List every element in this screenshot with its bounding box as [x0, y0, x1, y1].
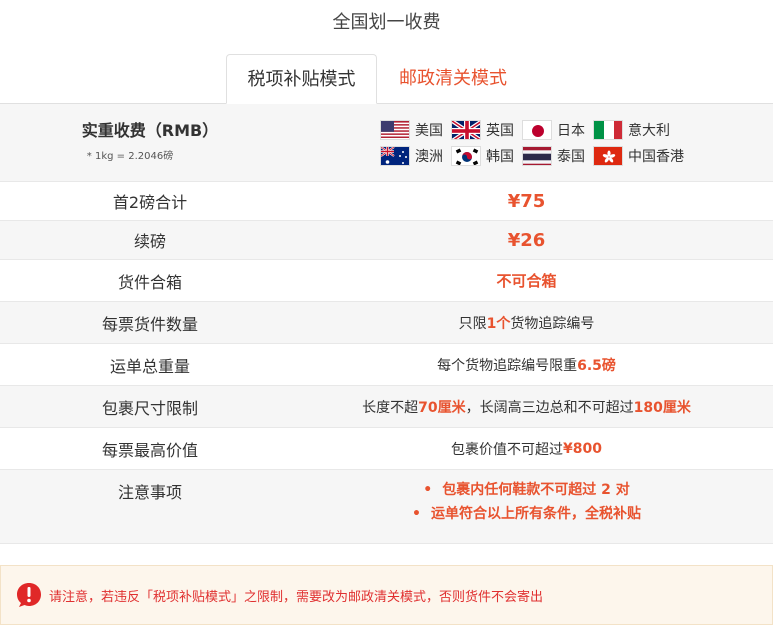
exclamation-icon	[15, 581, 43, 609]
row-label: 每票最高价值	[101, 440, 198, 460]
country-name: 日本	[557, 122, 585, 139]
value-text: 只限	[458, 315, 487, 332]
country-name: 中国香港	[628, 148, 684, 165]
country-line-1: 美国 英国 日本 意大利	[380, 119, 670, 140]
country-italy: 意大利	[593, 119, 670, 140]
value-text: ，长阔高三边总和不可超过	[465, 399, 634, 416]
notes-list: • 包裹内任何鞋款不可超过 2 对 • 运单符合以上所有条件，全税补贴	[300, 470, 773, 526]
value-highlight: 70厘米	[418, 399, 466, 416]
country-name: 泰国	[557, 148, 585, 165]
thailand-flag-icon	[522, 145, 552, 166]
row-label: 货件合箱	[117, 272, 182, 292]
australia-flag-icon	[380, 145, 410, 166]
country-us: 美国	[380, 119, 443, 140]
table-row-first-2lb: 首2磅合计 ¥75	[0, 182, 773, 221]
country-list: 美国 英国 日本 意大利 澳洲 韩国 泰国 中国香港	[300, 104, 773, 181]
value-text: 包裹价值不可超过	[451, 441, 564, 458]
warning-text: 请注意，若违反「税项补贴模式」之限制，需要改为邮政清关模式，否则货件不会寄出	[49, 589, 544, 605]
table-row-consolidation: 货件合箱 不可合箱	[0, 260, 773, 302]
row-label: 每票货件数量	[101, 314, 198, 334]
value-text: 每个货物追踪编号限重	[437, 357, 578, 374]
note-text: 运单符合以上所有条件，全税补贴	[430, 506, 641, 522]
country-name: 澳洲	[415, 148, 443, 165]
row-value: 长度不超 70厘米 ，长阔高三边总和不可超过 180厘米	[300, 386, 773, 427]
hongkong-flag-icon	[593, 145, 623, 166]
value-highlight: 180厘米	[633, 399, 691, 416]
japan-flag-icon	[522, 119, 552, 140]
pricing-table: 实重收费（RMB） * 1kg = 2.2046磅 美国 英国 日本 意大利 澳…	[0, 103, 773, 544]
country-korea: 韩国	[451, 145, 514, 166]
table-row-size-limit: 包裹尺寸限制 长度不超 70厘米 ，长阔高三边总和不可超过 180厘米	[0, 386, 773, 428]
us-flag-icon	[380, 119, 410, 140]
country-name: 韩国	[486, 148, 514, 165]
row-value: 包裹价值不可超过 ¥800	[300, 428, 773, 469]
country-name: 意大利	[628, 122, 670, 139]
value-highlight: ¥800	[563, 440, 602, 457]
header-label: 实重收费（RMB）	[81, 121, 219, 140]
conversion-note: * 1kg = 2.2046磅	[86, 151, 174, 162]
row-label: 注意事项	[117, 483, 182, 502]
table-row-item-count: 每票货件数量 只限 1个 货物追踪编号	[0, 302, 773, 344]
page-title: 全国划一收费	[332, 12, 441, 33]
country-uk: 英国	[451, 119, 514, 140]
row-label: 续磅	[133, 232, 166, 251]
bullet-icon: •	[412, 506, 421, 522]
header-label-cell: 实重收费（RMB） * 1kg = 2.2046磅	[0, 104, 300, 181]
mode-tabs: 税项补贴模式 邮政清关模式	[226, 54, 521, 104]
row-value: ¥26	[507, 229, 546, 251]
note-item: • 包裹内任何鞋款不可超过 2 对	[423, 478, 629, 502]
bullet-icon: •	[423, 482, 433, 498]
tab-postal-clearance[interactable]: 邮政清关模式	[385, 54, 521, 104]
tab-tax-subsidy[interactable]: 税项补贴模式	[226, 54, 377, 104]
country-line-2: 澳洲 韩国 泰国 中国香港	[380, 145, 684, 166]
country-japan: 日本	[522, 119, 585, 140]
value-highlight: 1个	[486, 315, 511, 332]
country-australia: 澳洲	[380, 145, 443, 166]
table-header-row: 实重收费（RMB） * 1kg = 2.2046磅 美国 英国 日本 意大利 澳…	[0, 104, 773, 182]
note-item: • 运单符合以上所有条件，全税补贴	[412, 502, 641, 526]
row-value: 不可合箱	[496, 272, 557, 290]
row-value: 只限 1个 货物追踪编号	[300, 302, 773, 343]
country-name: 美国	[415, 122, 443, 139]
value-highlight: 6.5磅	[577, 357, 616, 374]
country-hongkong: 中国香港	[593, 145, 684, 166]
value-text: 货物追踪编号	[510, 315, 595, 332]
value-text: 长度不超	[362, 399, 419, 416]
row-value: ¥75	[507, 190, 546, 212]
note-text: 包裹内任何鞋款不可超过 2 对	[442, 482, 630, 498]
table-row-additional-lb: 续磅 ¥26	[0, 221, 773, 260]
country-name: 英国	[486, 122, 514, 139]
italy-flag-icon	[593, 119, 623, 140]
row-label: 包裹尺寸限制	[101, 398, 198, 418]
table-row-total-weight: 运单总重量 每个货物追踪编号限重 6.5磅	[0, 344, 773, 386]
uk-flag-icon	[451, 119, 481, 140]
row-value: 每个货物追踪编号限重 6.5磅	[300, 344, 773, 385]
table-row-notes: 注意事项 • 包裹内任何鞋款不可超过 2 对 • 运单符合以上所有条件，全税补贴	[0, 470, 773, 544]
korea-flag-icon	[451, 145, 481, 166]
warning-banner: 请注意，若违反「税项补贴模式」之限制，需要改为邮政清关模式，否则货件不会寄出	[0, 565, 773, 625]
country-thailand: 泰国	[522, 145, 585, 166]
row-label: 运单总重量	[109, 356, 190, 376]
table-row-max-value: 每票最高价值 包裹价值不可超过 ¥800	[0, 428, 773, 470]
row-label: 首2磅合计	[112, 193, 188, 212]
